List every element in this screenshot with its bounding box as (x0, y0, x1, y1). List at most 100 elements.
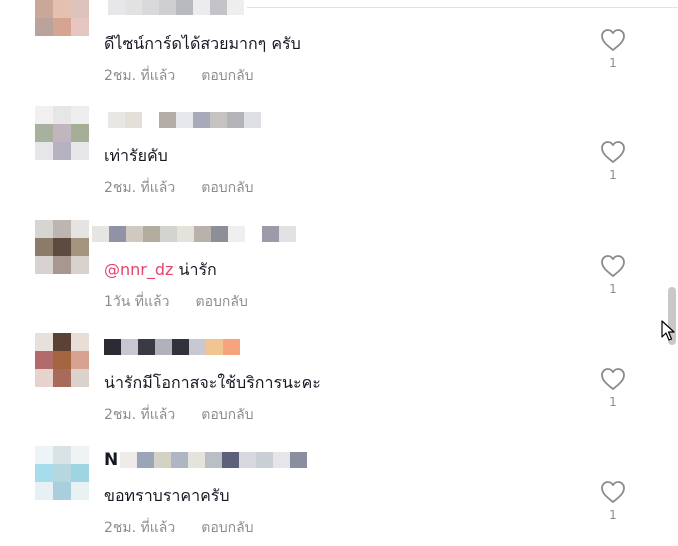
timestamp: 2ชม. ที่แล้ว (104, 68, 176, 84)
like-count: 1 (609, 56, 617, 70)
username-pixel (279, 226, 296, 242)
username-pixel (228, 226, 245, 242)
comment-meta: 1วัน ที่แล้ว ตอบกลับ (104, 291, 248, 313)
username-pixel (160, 226, 177, 242)
username-pixel (193, 0, 210, 15)
like-button[interactable]: 1 (598, 480, 628, 522)
mention-link[interactable]: @nnr_dz (104, 260, 173, 279)
heart-icon (601, 481, 625, 503)
heart-icon (601, 29, 625, 51)
avatar[interactable] (35, 106, 89, 160)
username-pixel (194, 226, 211, 242)
comment-body: ดีไซน์การ์ดได้สวยมากๆ ครับ (104, 34, 301, 53)
heart-icon (601, 255, 625, 277)
comment-text: น่ารักมีโอกาสจะใช้บริการนะคะ (104, 371, 321, 396)
comment-item: N ขอทราบราคาครับ 2ชม. ที่แล้ว ตอบกลับ 1 (0, 426, 660, 536)
username-pixel (273, 452, 291, 468)
username-pixel (176, 112, 193, 128)
username-pixel (290, 452, 308, 468)
like-button[interactable]: 1 (598, 140, 628, 182)
comment-text: ขอทราบราคาครับ (104, 484, 230, 509)
timestamp: 2ชม. ที่แล้ว (104, 407, 176, 423)
username-blurred[interactable]: N (104, 446, 308, 474)
username-pixel (222, 452, 240, 468)
username-pixel (126, 226, 143, 242)
username-pixel (245, 226, 262, 242)
username-pixel (154, 452, 172, 468)
reply-button[interactable]: ตอบกลับ (201, 407, 253, 423)
username-pixel (125, 112, 142, 128)
username-blurred[interactable] (108, 0, 244, 21)
username-pixel (137, 452, 155, 468)
avatar[interactable] (35, 0, 89, 54)
heart-icon (601, 141, 625, 163)
like-count: 1 (609, 395, 617, 409)
username-pixel (210, 0, 227, 15)
username-pixel (159, 112, 176, 128)
reply-button[interactable]: ตอบกลับ (201, 520, 253, 536)
reply-button[interactable]: ตอบกลับ (195, 294, 247, 310)
like-button[interactable]: 1 (598, 28, 628, 70)
username-pixel (138, 339, 155, 355)
username-pixel (171, 452, 189, 468)
username-pixel (193, 112, 210, 128)
username-blurred[interactable] (108, 106, 261, 134)
username-pixel (108, 0, 125, 15)
username-pixel (104, 339, 121, 355)
username-pixel (177, 226, 194, 242)
username-pixel (227, 0, 244, 15)
username-pixel (256, 452, 274, 468)
username-pixel (188, 452, 206, 468)
comment-item: น่ารักมีโอกาสจะใช้บริการนะคะ 2ชม. ที่แล้ว… (0, 313, 660, 423)
username-pixel (176, 0, 193, 15)
like-count: 1 (609, 508, 617, 522)
comment-body: ขอทราบราคาครับ (104, 486, 230, 505)
comment-body: น่ารัก (178, 260, 217, 279)
comment-text: เท่ารัยคับ (104, 144, 168, 169)
reply-button[interactable]: ตอบกลับ (201, 68, 253, 84)
username-pixel (125, 0, 142, 15)
username-pixel (92, 226, 109, 242)
username-pixel (239, 452, 257, 468)
username-pixel (143, 226, 160, 242)
username-pixel (223, 339, 240, 355)
username-initial: N (104, 450, 119, 470)
avatar[interactable] (35, 220, 89, 274)
reply-button[interactable]: ตอบกลับ (201, 180, 253, 196)
username-pixel (244, 112, 261, 128)
comment-meta: 2ชม. ที่แล้ว ตอบกลับ (104, 517, 254, 539)
comment-meta: 2ชม. ที่แล้ว ตอบกลับ (104, 404, 254, 426)
avatar[interactable] (35, 333, 89, 387)
username-blurred[interactable] (104, 333, 240, 361)
timestamp: 2ชม. ที่แล้ว (104, 180, 176, 196)
username-pixel (142, 112, 159, 128)
username-pixel (109, 226, 126, 242)
username-pixel (189, 339, 206, 355)
comment-text: ดีไซน์การ์ดได้สวยมากๆ ครับ (104, 32, 301, 57)
username-pixel (227, 112, 244, 128)
comment-meta: 2ชม. ที่แล้ว ตอบกลับ (104, 177, 254, 199)
heart-icon (601, 368, 625, 390)
like-button[interactable]: 1 (598, 254, 628, 296)
username-pixel (120, 452, 138, 468)
username-pixel (142, 0, 159, 15)
comment-meta: 2ชม. ที่แล้ว ตอบกลับ (104, 65, 254, 87)
username-pixel (108, 112, 125, 128)
timestamp: 1วัน ที่แล้ว (104, 294, 170, 310)
username-blurred[interactable] (92, 220, 296, 248)
comment-item: เท่ารัยคับ 2ชม. ที่แล้ว ตอบกลับ 1 (0, 86, 660, 196)
username-pixel (172, 339, 189, 355)
comment-body: น่ารักมีโอกาสจะใช้บริการนะคะ (104, 373, 321, 392)
username-pixel (206, 339, 223, 355)
comment-item: ดีไซน์การ์ดได้สวยมากๆ ครับ 2ชม. ที่แล้ว ตอ… (0, 0, 660, 84)
like-button[interactable]: 1 (598, 367, 628, 409)
avatar[interactable] (35, 446, 89, 500)
username-pixel (155, 339, 172, 355)
like-count: 1 (609, 168, 617, 182)
timestamp: 2ชม. ที่แล้ว (104, 520, 176, 536)
comment-body: เท่ารัยคับ (104, 146, 168, 165)
username-pixel (121, 339, 138, 355)
username-pixel (211, 226, 228, 242)
username-pixel (159, 0, 176, 15)
comment-text: @nnr_dz น่ารัก (104, 258, 217, 283)
